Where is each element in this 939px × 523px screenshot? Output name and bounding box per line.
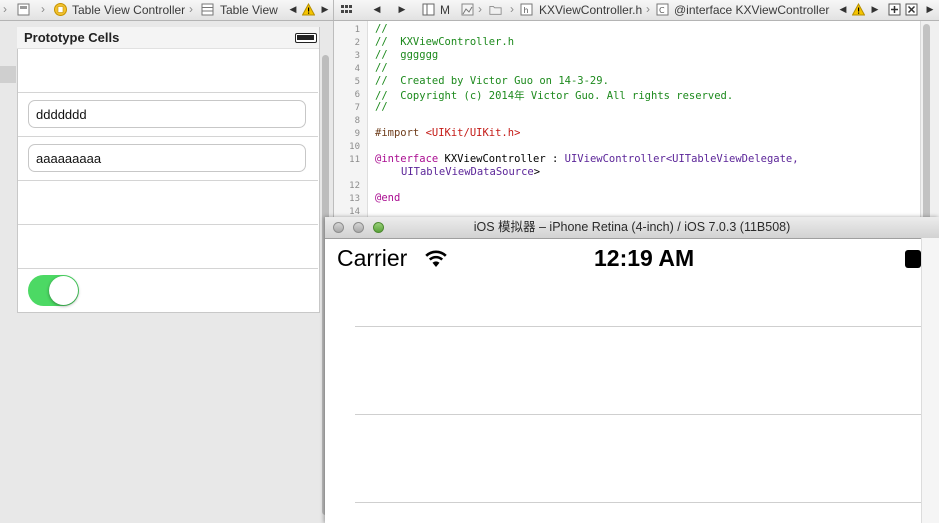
simulator-title: iOS 模拟器 – iPhone Retina (4-inch) / iOS 7… <box>473 220 791 234</box>
view-controller-icon[interactable] <box>54 3 67 16</box>
table-view-icon[interactable] <box>201 3 214 16</box>
battery-icon <box>905 250 921 268</box>
line-number: 2 <box>354 38 360 48</box>
protocol-delegate: <UITableViewDelegate, <box>665 153 799 165</box>
table-separator <box>355 414 921 415</box>
code-line[interactable]: // gggggg <box>375 49 438 61</box>
next-issue-icon[interactable]: ▶ <box>319 3 331 16</box>
text-field-2[interactable]: aaaaaaaaa <box>28 144 306 172</box>
close-editor-icon[interactable] <box>905 3 918 16</box>
table-separator <box>355 502 921 503</box>
code-line-protocols[interactable]: UITableViewDataSource> <box>401 166 540 178</box>
breadcrumb-file[interactable]: KXViewController.h <box>539 0 642 20</box>
cell-separator <box>18 136 318 137</box>
chevron-right-icon: › <box>510 2 514 16</box>
interface-keyword: @interface <box>375 153 439 165</box>
forward-arrow-icon[interactable]: ▶ <box>396 3 408 16</box>
import-directive: #import <box>375 127 426 139</box>
chevron-right-icon: › <box>478 2 482 16</box>
code-line[interactable]: // Created by Victor Guo on 14-3-29. <box>375 75 609 87</box>
protocol-datasource: UITableViewDataSource <box>401 166 534 178</box>
related-items-grid-icon[interactable] <box>340 3 353 16</box>
section-title: Prototype Cells <box>24 30 120 45</box>
chevron-right-icon: › <box>41 2 45 16</box>
code-line[interactable]: // Copyright (c) 2014年 Victor Guo. All r… <box>375 88 733 103</box>
breadcrumb-m[interactable]: M <box>440 0 450 20</box>
header-file-icon[interactable]: h <box>520 3 533 16</box>
chevron-right-icon: › <box>646 2 650 16</box>
line-number: 12 <box>349 181 360 191</box>
warning-icon[interactable] <box>852 3 865 16</box>
file-m-icon[interactable] <box>422 3 435 16</box>
image-file-icon[interactable] <box>461 3 474 16</box>
breadcrumb-table-view-controller[interactable]: Table View Controller <box>72 0 185 20</box>
line-number: 6 <box>354 90 360 100</box>
canvas-edge <box>0 66 16 83</box>
cell-separator <box>18 268 318 269</box>
previous-issue-icon[interactable]: ◀ <box>287 3 299 16</box>
class-icon[interactable]: C <box>656 3 669 16</box>
code-line-import[interactable]: #import <UIKit/UIKit.h> <box>375 127 520 139</box>
line-number: 9 <box>354 129 360 139</box>
class-name: KXViewController : <box>438 153 565 165</box>
breadcrumb-interface[interactable]: @interface KXViewController <box>674 0 829 20</box>
folder-icon[interactable] <box>489 3 502 16</box>
simulator-edge <box>921 238 939 523</box>
svg-text:C: C <box>659 6 665 15</box>
battery-icon <box>295 33 317 43</box>
carrier-label: Carrier <box>337 245 408 271</box>
line-number: 10 <box>349 142 360 152</box>
chevron-right-icon[interactable]: ▶ <box>924 3 936 16</box>
storyboard-icon[interactable] <box>17 3 30 16</box>
superclass: UIViewController <box>564 153 666 165</box>
previous-issue-icon[interactable]: ◀ <box>837 3 849 16</box>
chevron-right-icon: › <box>3 2 7 16</box>
code-line[interactable]: // KXViewController.h <box>375 36 514 48</box>
line-number: 8 <box>354 116 360 126</box>
cell-separator <box>18 224 318 225</box>
line-number: 7 <box>354 103 360 113</box>
chevron-right-icon: › <box>189 2 193 16</box>
code-line[interactable]: // <box>375 101 388 113</box>
warning-icon[interactable] <box>302 3 315 16</box>
breadcrumb-table-view[interactable]: Table View <box>220 0 278 20</box>
status-bar-time: 12:19 AM <box>594 245 695 271</box>
cell-separator <box>18 92 318 93</box>
line-number: 1 <box>354 25 360 35</box>
line-number: 11 <box>349 155 360 165</box>
code-line[interactable]: // <box>375 23 388 35</box>
line-number: 14 <box>349 207 360 217</box>
code-line-interface[interactable]: @interface KXViewController : UIViewCont… <box>375 153 799 165</box>
line-number: 5 <box>354 77 360 87</box>
wifi-icon <box>425 250 447 267</box>
back-arrow-icon[interactable]: ◀ <box>371 3 383 16</box>
line-number: 13 <box>349 194 360 204</box>
cell-separator <box>18 180 318 181</box>
svg-text:h: h <box>524 6 529 15</box>
line-number: 3 <box>354 51 360 61</box>
code-line[interactable]: // <box>375 62 388 74</box>
import-path: <UIKit/UIKit.h> <box>425 127 521 139</box>
line-number: 4 <box>354 64 360 74</box>
table-separator <box>355 326 921 327</box>
toggle-switch-knob[interactable] <box>49 276 78 305</box>
jump-bar: › › Table View Controller › Table View ◀… <box>0 0 939 21</box>
protocol-close: > <box>533 166 541 178</box>
next-issue-icon[interactable]: ▶ <box>869 3 881 16</box>
add-editor-icon[interactable] <box>888 3 901 16</box>
text-field-1[interactable]: ddddddd <box>28 100 306 128</box>
code-line-end[interactable]: @end <box>375 192 400 204</box>
